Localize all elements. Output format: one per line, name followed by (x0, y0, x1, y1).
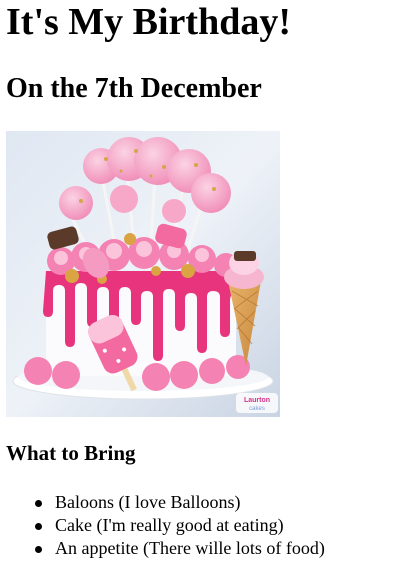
bullet-icon (35, 546, 42, 553)
bullet-icon (35, 500, 42, 507)
list-item-label: Cake (I'm really good at eating) (55, 515, 284, 535)
list-item: Baloons (I love Balloons) (35, 491, 325, 514)
section-heading-what-to-bring: What to Bring (6, 441, 136, 465)
list-item: An appetite (There wille lots of food) (35, 537, 325, 560)
list-item: Cake (I'm really good at eating) (35, 514, 325, 537)
svg-text:Laurton: Laurton (244, 397, 270, 404)
bullet-icon (35, 523, 42, 530)
list-item-label: An appetite (There wille lots of food) (55, 538, 325, 558)
bring-list: Baloons (I love Balloons) Cake (I'm real… (6, 491, 325, 560)
list-item-label: Baloons (I love Balloons) (55, 492, 241, 512)
birthday-cake-image: Laurton cakes (6, 131, 280, 417)
page-subtitle: On the 7th December (6, 73, 262, 104)
cake-illustration: Laurton cakes (6, 131, 280, 417)
svg-text:cakes: cakes (249, 406, 265, 412)
page-title: It's My Birthday! (6, 1, 291, 43)
